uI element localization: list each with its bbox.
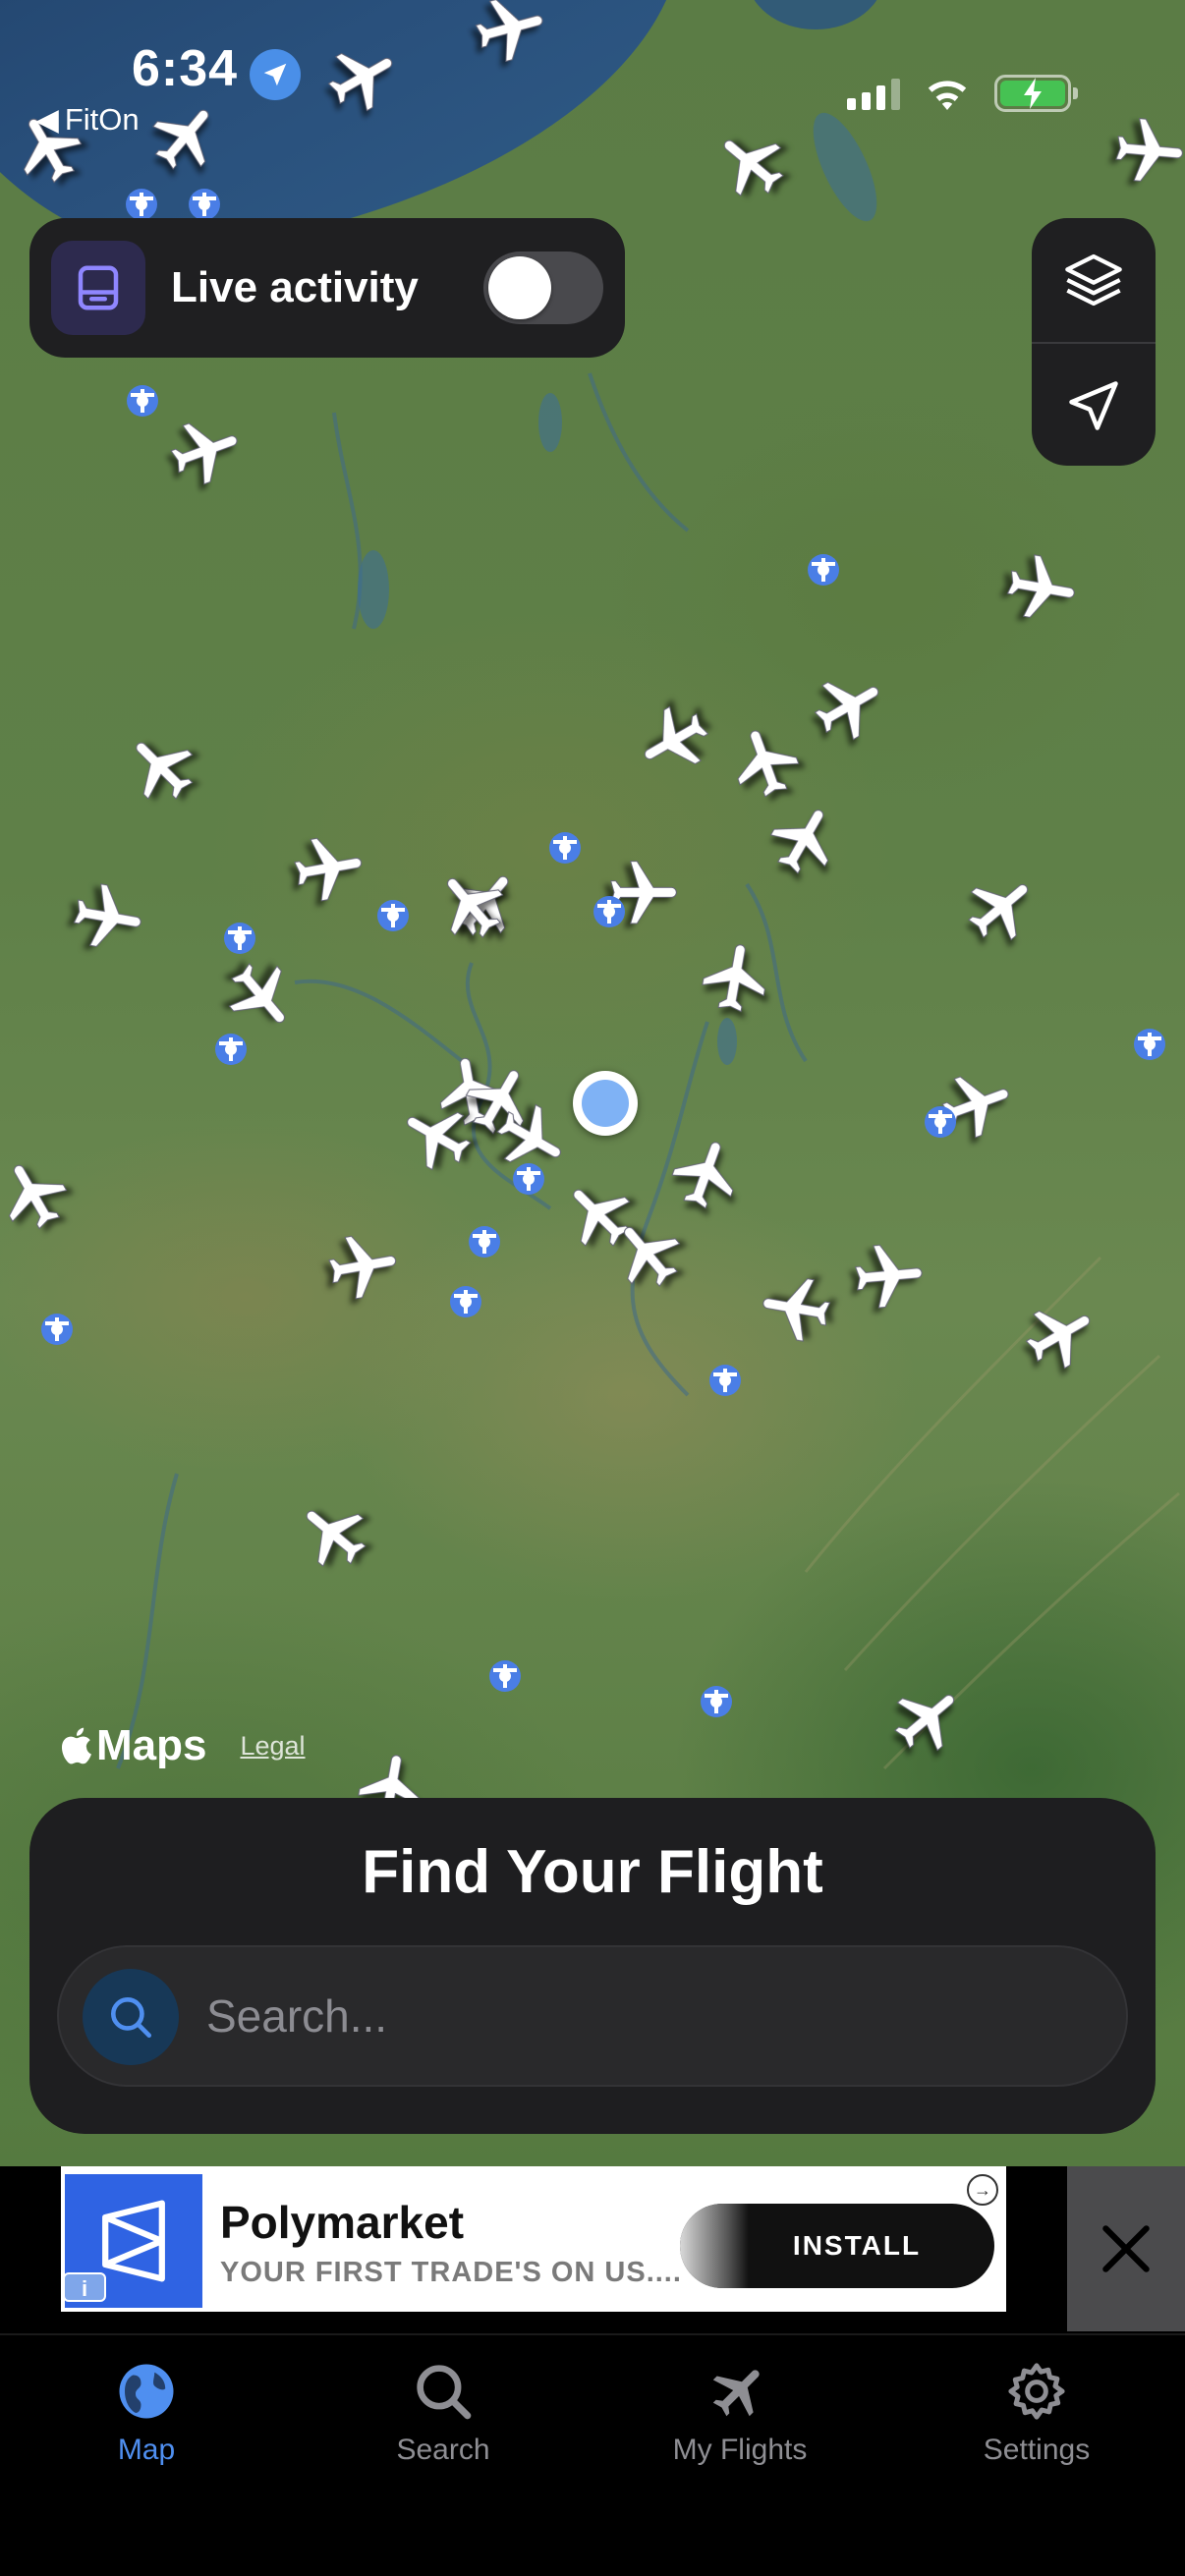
ad-choices-icon[interactable]: → bbox=[967, 2174, 998, 2206]
gear-icon bbox=[1008, 2363, 1065, 2420]
tab-search[interactable]: Search bbox=[325, 2359, 561, 2467]
aircraft-marker[interactable] bbox=[751, 1261, 842, 1353]
ad-banner[interactable]: i Polymarket YOUR FIRST TRADE'S ON US...… bbox=[61, 2166, 1006, 2312]
helicopter-marker[interactable] bbox=[697, 1682, 736, 1721]
back-chevron-icon: ◀ bbox=[35, 102, 59, 137]
flight-search-field[interactable] bbox=[57, 1945, 1128, 2087]
map-layers-button[interactable] bbox=[1032, 218, 1156, 342]
helicopter-marker[interactable] bbox=[446, 1282, 485, 1321]
search-icon bbox=[83, 1969, 179, 2065]
map-controls bbox=[1032, 218, 1156, 466]
location-arrow-icon bbox=[1069, 381, 1118, 430]
recenter-location-button[interactable] bbox=[1032, 344, 1156, 466]
ad-tagline: YOUR FIRST TRADE'S ON US.... bbox=[220, 2257, 682, 2288]
legal-link[interactable]: Legal bbox=[240, 1731, 305, 1762]
helicopter-marker[interactable] bbox=[220, 919, 259, 958]
layers-icon bbox=[1065, 253, 1122, 307]
aircraft-marker[interactable] bbox=[63, 873, 154, 965]
helicopter-marker[interactable] bbox=[373, 896, 413, 935]
helicopter-marker[interactable] bbox=[705, 1361, 745, 1400]
wifi-icon bbox=[928, 81, 967, 110]
status-indicators bbox=[847, 75, 1078, 112]
ad-install-label: INSTALL bbox=[792, 2230, 922, 2261]
helicopter-marker[interactable] bbox=[123, 381, 162, 420]
back-to-app-link[interactable]: ◀ FitOn bbox=[35, 102, 140, 138]
find-flight-title: Find Your Flight bbox=[362, 1838, 823, 1906]
aircraft-marker[interactable] bbox=[318, 1222, 410, 1314]
maps-brand-text: Maps bbox=[96, 1721, 207, 1769]
maps-attribution: Maps Legal bbox=[59, 1721, 306, 1770]
live-activity-toggle[interactable] bbox=[483, 252, 603, 324]
tab-settings-label: Settings bbox=[983, 2434, 1091, 2466]
live-activity-label: Live activity bbox=[171, 263, 419, 311]
flight-search-input[interactable] bbox=[206, 1977, 1091, 2055]
ad-info-icon[interactable]: i bbox=[63, 2272, 106, 2302]
apple-logo-icon bbox=[61, 1727, 92, 1764]
helicopter-marker[interactable] bbox=[1130, 1025, 1169, 1064]
globe-icon bbox=[119, 2364, 174, 2419]
status-time: 6:34 bbox=[132, 40, 239, 97]
back-app-name: FitOn bbox=[64, 102, 140, 137]
live-activity-card: Live activity bbox=[29, 218, 625, 358]
tab-my-flights[interactable]: My Flights bbox=[622, 2359, 858, 2467]
close-icon bbox=[1102, 2225, 1150, 2272]
helicopter-marker[interactable] bbox=[545, 828, 585, 868]
aircraft-marker[interactable] bbox=[847, 1235, 932, 1320]
ad-title: Polymarket bbox=[220, 2197, 465, 2248]
helicopter-marker[interactable] bbox=[804, 550, 843, 589]
user-location-dot[interactable] bbox=[573, 1071, 638, 1136]
airplane-icon bbox=[712, 2370, 760, 2417]
aircraft-marker[interactable] bbox=[996, 544, 1088, 636]
aircraft-marker[interactable] bbox=[284, 824, 375, 916]
helicopter-marker[interactable] bbox=[509, 1159, 548, 1199]
helicopter-marker[interactable] bbox=[590, 892, 629, 931]
helicopter-marker[interactable] bbox=[921, 1102, 960, 1142]
find-flight-panel: Find Your Flight bbox=[29, 1798, 1156, 2134]
tab-my-flights-label: My Flights bbox=[672, 2434, 808, 2466]
ad-banner-area: i Polymarket YOUR FIRST TRADE'S ON US...… bbox=[0, 2166, 1185, 2333]
helicopter-marker[interactable] bbox=[465, 1222, 504, 1261]
tab-bar: Map Search My Flights Settings bbox=[0, 2333, 1185, 2576]
tab-map[interactable]: Map bbox=[28, 2359, 264, 2467]
tab-settings[interactable]: Settings bbox=[919, 2359, 1155, 2467]
ad-install-button[interactable]: INSTALL bbox=[680, 2204, 994, 2288]
ad-close-button[interactable] bbox=[1067, 2166, 1185, 2331]
live-activity-icon bbox=[51, 241, 145, 335]
helicopter-marker[interactable] bbox=[211, 1030, 251, 1069]
location-services-icon bbox=[250, 49, 301, 100]
tab-search-label: Search bbox=[396, 2434, 490, 2466]
toggle-knob bbox=[488, 256, 551, 319]
helicopter-marker[interactable] bbox=[485, 1656, 525, 1696]
helicopter-marker[interactable] bbox=[37, 1310, 77, 1349]
aircraft-marker[interactable] bbox=[692, 932, 783, 1024]
search-icon bbox=[417, 2365, 472, 2420]
aircraft-marker[interactable] bbox=[1107, 110, 1185, 196]
battery-icon bbox=[994, 75, 1078, 112]
tab-map-label: Map bbox=[117, 2434, 176, 2466]
cellular-signal-icon bbox=[847, 77, 900, 110]
